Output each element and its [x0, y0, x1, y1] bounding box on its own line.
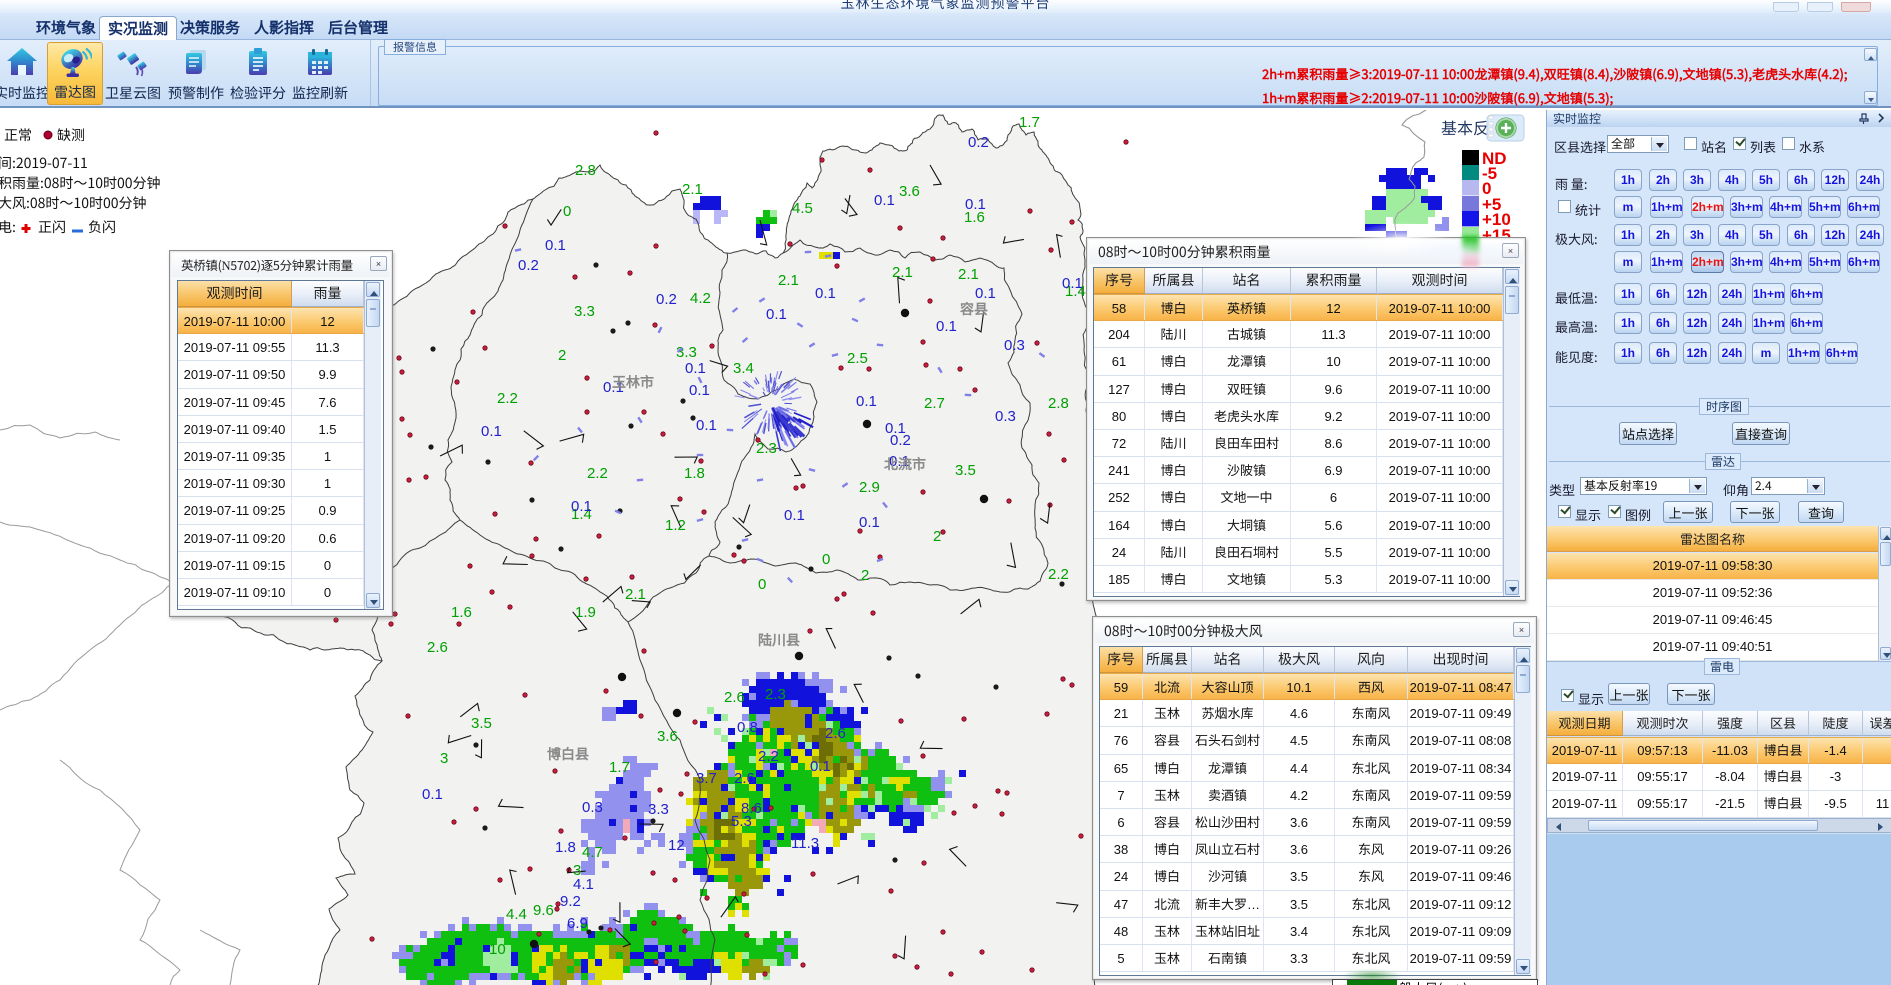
svg-text:4.4: 4.4	[506, 906, 527, 923]
svg-text:2.2: 2.2	[497, 390, 518, 407]
svg-text:0.2: 0.2	[656, 291, 677, 308]
svg-text:间:2019-07-11: 间:2019-07-11	[0, 153, 88, 173]
svg-text:1.6: 1.6	[451, 604, 472, 621]
svg-text:5.3: 5.3	[731, 813, 752, 830]
svg-text:3.5: 3.5	[955, 462, 976, 479]
svg-text:3.6: 3.6	[899, 183, 920, 200]
svg-text:0.1: 0.1	[859, 514, 880, 531]
svg-text:9.2: 9.2	[560, 893, 581, 910]
svg-text:3.7: 3.7	[696, 770, 717, 787]
svg-text:4.5: 4.5	[792, 200, 813, 217]
svg-text:正常: 正常	[4, 125, 32, 145]
svg-text:0.1: 0.1	[696, 417, 717, 434]
svg-text:11.3: 11.3	[791, 835, 819, 852]
svg-text:1.7: 1.7	[609, 759, 630, 776]
svg-text:1.8: 1.8	[555, 839, 576, 856]
svg-text:容县: 容县	[959, 299, 988, 319]
svg-text:0.1: 0.1	[965, 196, 986, 213]
svg-text:0.1: 0.1	[815, 285, 836, 302]
svg-text:0.3: 0.3	[1004, 337, 1025, 354]
svg-text:0.3: 0.3	[582, 799, 603, 816]
svg-text:0.1: 0.1	[481, 423, 502, 440]
svg-text:0.2: 0.2	[890, 432, 911, 449]
svg-text:基本反: 基本反	[1441, 115, 1489, 139]
svg-text:3.4: 3.4	[733, 360, 754, 377]
svg-text:2: 2	[861, 567, 869, 584]
svg-text:2.2: 2.2	[1048, 566, 1069, 583]
svg-text:3.3: 3.3	[574, 303, 595, 320]
svg-text:0.1: 0.1	[874, 192, 895, 209]
svg-text:2.1: 2.1	[625, 586, 646, 603]
svg-text:博白县: 博白县	[547, 744, 589, 764]
svg-text:4.7: 4.7	[582, 844, 603, 861]
svg-text:2.1: 2.1	[958, 266, 979, 283]
svg-text:1.7: 1.7	[1019, 114, 1040, 131]
svg-text:电:: 电:	[0, 217, 16, 237]
svg-text:2.5: 2.5	[847, 350, 868, 367]
svg-text:0.1: 0.1	[1062, 275, 1083, 292]
svg-text:玉林市: 玉林市	[612, 372, 654, 392]
svg-text:2.6: 2.6	[724, 689, 745, 706]
svg-text:3.3: 3.3	[648, 801, 669, 818]
svg-text:2.6: 2.6	[427, 639, 448, 656]
svg-text:1.2: 1.2	[665, 517, 686, 534]
svg-text:0.1: 0.1	[571, 498, 592, 515]
svg-text:4.1: 4.1	[573, 876, 594, 893]
svg-text:2.8: 2.8	[575, 162, 596, 179]
svg-text:0.2: 0.2	[518, 257, 539, 274]
svg-text:0.1: 0.1	[422, 786, 443, 803]
svg-text:0.1: 0.1	[784, 507, 805, 524]
svg-text:大风:08时～10时00分钟: 大风:08时～10时00分钟	[0, 193, 147, 213]
svg-text:0.1: 0.1	[766, 306, 787, 323]
svg-text:2.1: 2.1	[682, 181, 703, 198]
svg-text:0.1: 0.1	[689, 382, 710, 399]
svg-text:0.1: 0.1	[545, 237, 566, 254]
svg-text:2.6: 2.6	[825, 725, 846, 742]
svg-text:9.6: 9.6	[533, 902, 554, 919]
svg-text:10: 10	[489, 941, 506, 958]
svg-text:3.3: 3.3	[676, 344, 697, 361]
svg-text:正闪: 正闪	[38, 217, 66, 237]
svg-text:2.2: 2.2	[587, 465, 608, 482]
svg-text:0.1: 0.1	[685, 360, 706, 377]
svg-text:2.3: 2.3	[756, 440, 777, 457]
svg-text:0.1: 0.1	[936, 318, 957, 335]
svg-text:0: 0	[758, 576, 766, 593]
svg-text:2.1: 2.1	[892, 264, 913, 281]
svg-text:12: 12	[668, 837, 685, 854]
svg-text:2.7: 2.7	[924, 395, 945, 412]
svg-text:0.1: 0.1	[856, 393, 877, 410]
svg-text:2.6: 2.6	[734, 770, 755, 787]
svg-text:2.1: 2.1	[778, 272, 799, 289]
svg-text:3: 3	[440, 750, 448, 767]
svg-text:缺测: 缺测	[57, 125, 85, 145]
svg-text:负闪: 负闪	[88, 217, 116, 237]
svg-text:0.3: 0.3	[995, 408, 1016, 425]
svg-text:陆川县: 陆川县	[758, 630, 800, 650]
svg-text:0.8: 0.8	[737, 719, 758, 736]
svg-text:北流市: 北流市	[884, 454, 926, 474]
svg-text:积雨量:08时～10时00分钟: 积雨量:08时～10时00分钟	[0, 173, 161, 193]
svg-text:0: 0	[563, 203, 571, 220]
svg-text:3.5: 3.5	[471, 715, 492, 732]
svg-text:0.2: 0.2	[968, 134, 989, 151]
svg-text:6.9: 6.9	[567, 915, 588, 932]
svg-text:0: 0	[822, 551, 830, 568]
svg-text:2.3: 2.3	[765, 686, 786, 703]
svg-text:0.1: 0.1	[810, 758, 831, 775]
svg-text:2.9: 2.9	[859, 479, 880, 496]
svg-text:2: 2	[558, 347, 566, 364]
svg-text:1.9: 1.9	[575, 604, 596, 621]
svg-text:2.8: 2.8	[1048, 395, 1069, 412]
svg-text:2.2: 2.2	[758, 748, 779, 765]
svg-text:4.2: 4.2	[690, 290, 711, 307]
svg-text:3.6: 3.6	[657, 728, 678, 745]
svg-text:2: 2	[933, 528, 941, 545]
svg-text:1.8: 1.8	[684, 465, 705, 482]
